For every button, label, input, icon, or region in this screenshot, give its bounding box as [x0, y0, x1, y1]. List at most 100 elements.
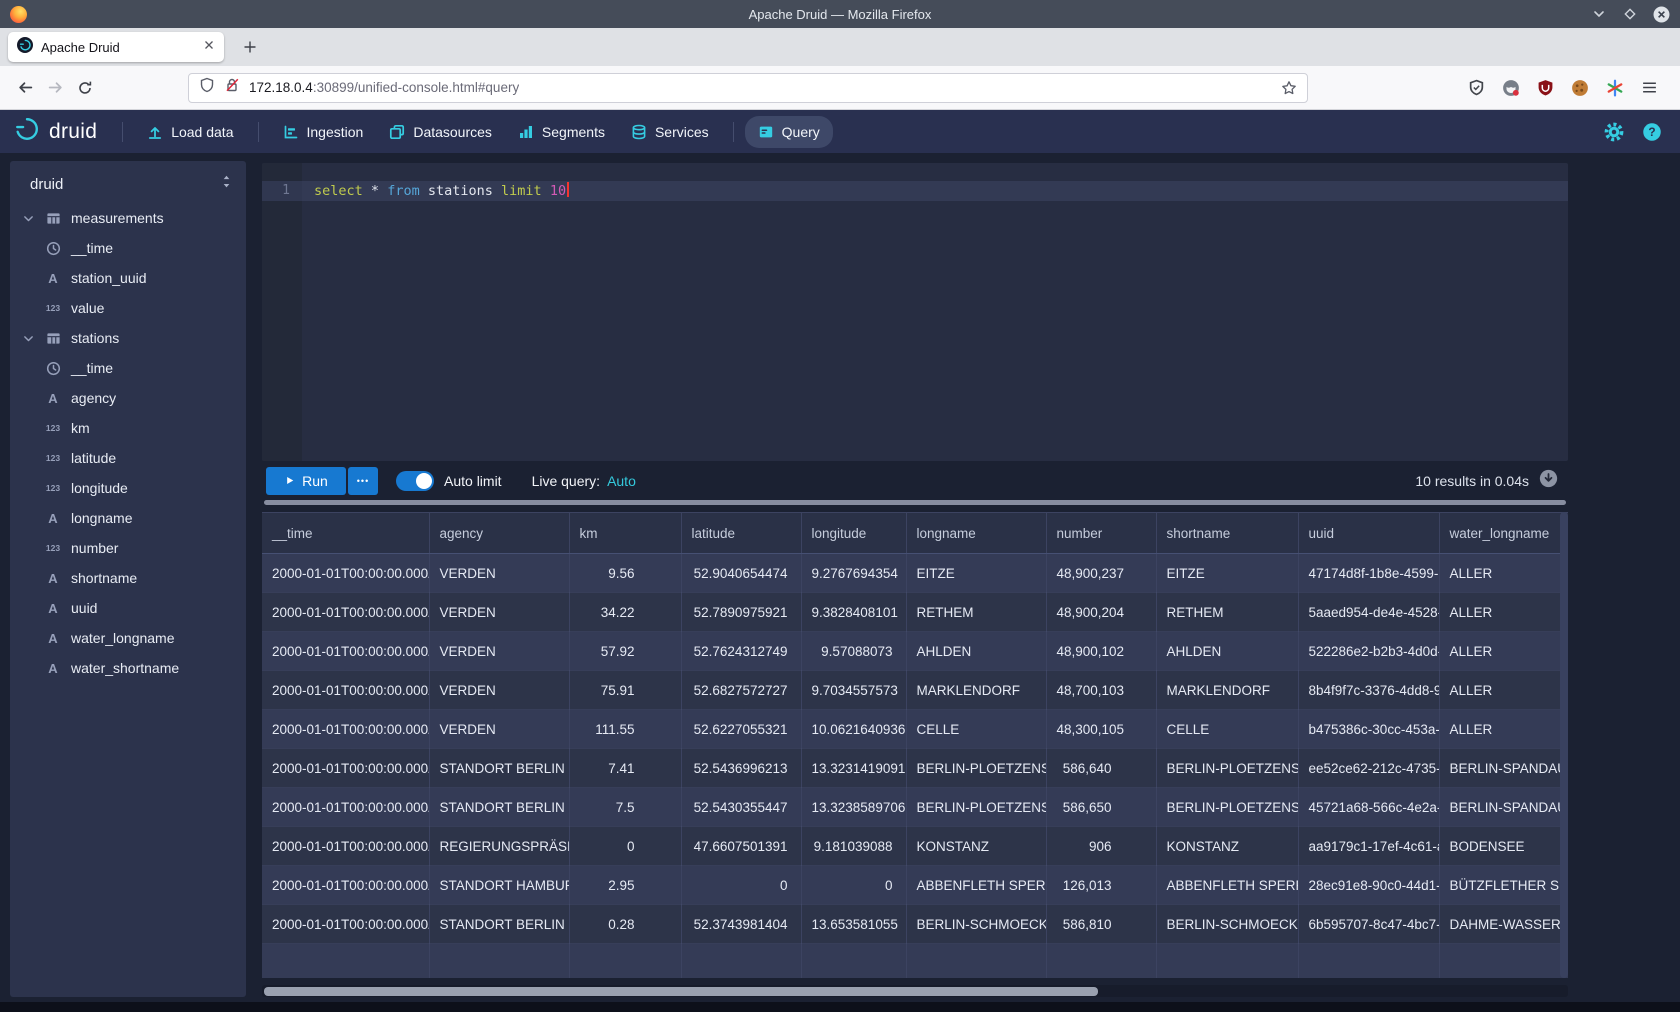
cell[interactable]: 8b4f9f7c-3376-4dd8-95c [1298, 671, 1439, 710]
cell[interactable]: VERDEN [429, 593, 569, 632]
auto-limit-toggle[interactable] [396, 471, 434, 491]
cell[interactable]: 48,900,237 [1046, 554, 1156, 593]
tree-item-uuid[interactable]: Auuid [10, 593, 246, 623]
cell[interactable]: BERLIN-SCHMOECKWITZ [1156, 905, 1298, 944]
column-header-latitude[interactable]: latitude [681, 513, 801, 554]
close-window-icon[interactable] [1653, 6, 1670, 23]
column-header-number[interactable]: number [1046, 513, 1156, 554]
cell[interactable]: REGIERUNGSPRÄSIDIUM [429, 827, 569, 866]
reload-icon[interactable] [70, 73, 100, 103]
nav-item-ingestion[interactable]: Ingestion [270, 116, 377, 148]
cell[interactable]: 9.7034557573 [801, 671, 906, 710]
cell[interactable]: 52.6827572727 [681, 671, 801, 710]
live-query-value[interactable]: Auto [607, 473, 636, 489]
cell[interactable]: AHLDEN [906, 632, 1046, 671]
cell[interactable]: 52.3743981404 [681, 905, 801, 944]
tree-item-shortname[interactable]: Ashortname [10, 563, 246, 593]
back-icon[interactable] [10, 73, 40, 103]
cell[interactable]: 52.9040654474 [681, 554, 801, 593]
menu-hamburger-icon[interactable] [1641, 79, 1658, 96]
cell[interactable]: 0.28 [569, 905, 681, 944]
cell[interactable]: ee52ce62-212c-4735-b4 [1298, 749, 1439, 788]
cell[interactable]: 2000-01-01T00:00:00.000Z [262, 749, 429, 788]
extension-shield-icon[interactable] [1468, 79, 1485, 96]
cell[interactable]: 10.0621640936 [801, 710, 906, 749]
cell[interactable]: 0 [569, 827, 681, 866]
cell[interactable]: b475386c-30cc-453a-b3 [1298, 710, 1439, 749]
cell[interactable]: 126,013 [1046, 866, 1156, 905]
cell[interactable]: EITZE [906, 554, 1046, 593]
nav-item-segments[interactable]: Segments [505, 116, 618, 148]
cell[interactable]: 586,810 [1046, 905, 1156, 944]
cell[interactable]: 13.3238589706 [801, 788, 906, 827]
cell[interactable]: AHLDEN [1156, 632, 1298, 671]
nav-item-services[interactable]: Services [618, 116, 722, 148]
cell[interactable]: 7.5 [569, 788, 681, 827]
tracking-shield-icon[interactable] [199, 77, 215, 98]
cell[interactable]: BERLIN-SPANDAUER-S [1439, 788, 1568, 827]
cell[interactable]: 0 [681, 866, 801, 905]
cell[interactable]: 2000-01-01T00:00:00.000Z [262, 593, 429, 632]
druid-brand[interactable]: druid [14, 116, 97, 147]
cell[interactable]: VERDEN [429, 671, 569, 710]
cell[interactable]: BÜTZFLETHER SÜDERE [1439, 866, 1568, 905]
bookmark-star-icon[interactable] [1281, 80, 1297, 96]
cell[interactable]: 2000-01-01T00:00:00.000Z [262, 554, 429, 593]
download-icon[interactable] [1539, 469, 1558, 493]
cell[interactable]: 2000-01-01T00:00:00.000Z [262, 632, 429, 671]
cell[interactable]: VERDEN [429, 554, 569, 593]
cell[interactable]: 75.91 [569, 671, 681, 710]
cell[interactable]: 111.55 [569, 710, 681, 749]
cell[interactable]: STANDORT HAMBURG [429, 866, 569, 905]
cell[interactable]: 2000-01-01T00:00:00.000Z [262, 866, 429, 905]
cell[interactable]: 48,700,103 [1046, 671, 1156, 710]
cell[interactable]: 13.653581055 [801, 905, 906, 944]
cell[interactable]: 57.92 [569, 632, 681, 671]
cell[interactable]: 52.7624312749 [681, 632, 801, 671]
extension-ublock-icon[interactable] [1537, 79, 1554, 96]
cell[interactable]: 6b595707-8c47-4bc7-a8 [1298, 905, 1439, 944]
cell[interactable]: ALLER [1439, 554, 1568, 593]
tree-item-number[interactable]: 123number [10, 533, 246, 563]
tree-item-longname[interactable]: Alongname [10, 503, 246, 533]
tree-item-__time[interactable]: __time [10, 233, 246, 263]
nav-item-load-data[interactable]: Load data [134, 116, 246, 148]
cell[interactable]: 522286e2-b2b3-4d0d-9a [1298, 632, 1439, 671]
cell[interactable]: 52.5436996213 [681, 749, 801, 788]
sql-editor[interactable]: 1 select * from stations limit 10 [262, 163, 1568, 461]
cell[interactable]: 28ec91e8-90c0-44d1-8fc [1298, 866, 1439, 905]
column-header-longitude[interactable]: longitude [801, 513, 906, 554]
cell[interactable]: CELLE [906, 710, 1046, 749]
cell[interactable]: RETHEM [1156, 593, 1298, 632]
cell[interactable]: BERLIN-PLOETZENSEE U [906, 788, 1046, 827]
help-icon[interactable]: ? [1642, 122, 1662, 142]
extension-mask-icon[interactable] [1502, 79, 1520, 97]
tree-item-longitude[interactable]: 123longitude [10, 473, 246, 503]
run-more-button[interactable]: ••• [348, 467, 378, 495]
cell[interactable]: 9.57088073 [801, 632, 906, 671]
cell[interactable]: 9.2767694354 [801, 554, 906, 593]
column-header-agency[interactable]: agency [429, 513, 569, 554]
cell[interactable]: BERLIN-PLOETZENSEE U [1156, 788, 1298, 827]
run-button[interactable]: Run [266, 467, 346, 495]
cell[interactable]: RETHEM [906, 593, 1046, 632]
cell[interactable]: ALLER [1439, 710, 1568, 749]
cell[interactable]: VERDEN [429, 632, 569, 671]
column-header-longname[interactable]: longname [906, 513, 1046, 554]
column-header-km[interactable]: km [569, 513, 681, 554]
cell[interactable]: 52.7890975921 [681, 593, 801, 632]
cell[interactable]: KONSTANZ [906, 827, 1046, 866]
vertical-scrollbar[interactable] [1560, 512, 1568, 978]
new-tab-button[interactable] [236, 33, 264, 61]
cell[interactable]: 13.3231419091 [801, 749, 906, 788]
cell[interactable]: 52.6227055321 [681, 710, 801, 749]
settings-gear-icon[interactable] [1604, 122, 1624, 142]
cell[interactable]: 9.181039088 [801, 827, 906, 866]
window-shade-chevron-icon[interactable] [1591, 6, 1607, 22]
cell[interactable]: 7.41 [569, 749, 681, 788]
cell[interactable]: KONSTANZ [1156, 827, 1298, 866]
tab-close-icon[interactable] [203, 38, 215, 56]
tree-item-agency[interactable]: Aagency [10, 383, 246, 413]
cell[interactable]: 586,640 [1046, 749, 1156, 788]
cell[interactable]: 34.22 [569, 593, 681, 632]
